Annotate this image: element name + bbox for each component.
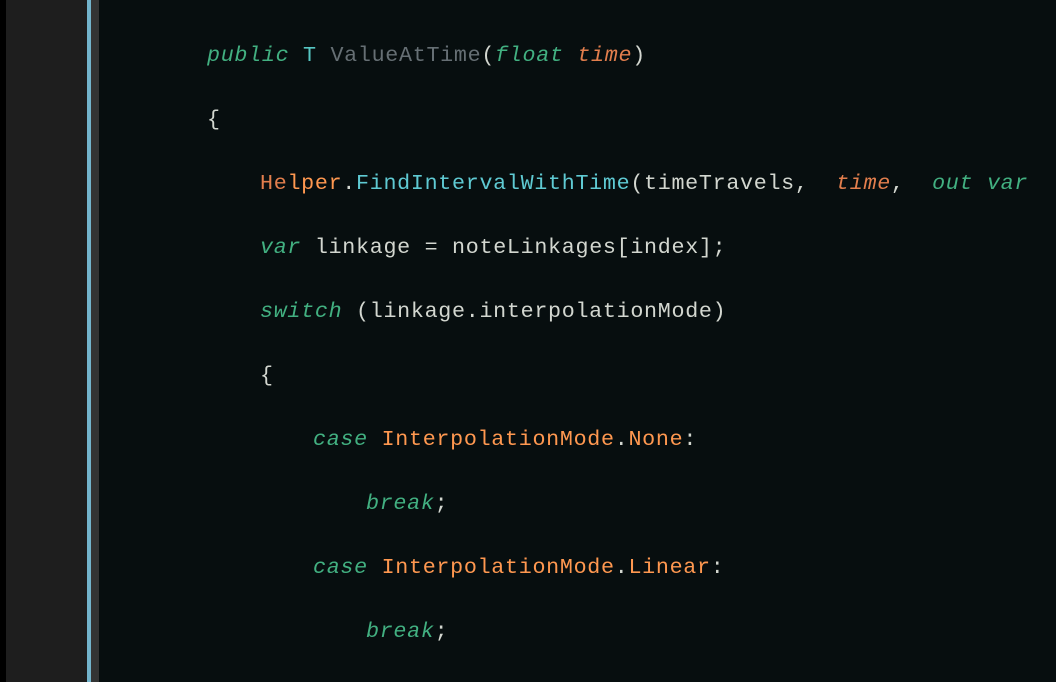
code-text[interactable]: public T ValueAtTime(float time) { Helpe… (100, 8, 1056, 682)
class-helper-b: lper (287, 171, 342, 196)
param-time: time (577, 43, 632, 68)
type-T: T (303, 43, 317, 68)
keyword-switch: switch (260, 299, 342, 324)
code-editor[interactable]: public T ValueAtTime(float time) { Helpe… (0, 0, 1056, 682)
method-name: ValueAtTime (330, 43, 481, 68)
gutter-scroll-indicator (0, 0, 6, 682)
gutter (0, 0, 91, 682)
change-marker (91, 0, 99, 682)
keyword-public: public (207, 43, 289, 68)
code-area[interactable]: public T ValueAtTime(float time) { Helpe… (91, 0, 1056, 682)
keyword-float: float (495, 43, 564, 68)
class-helper-a: He (260, 171, 287, 196)
call-findintervalwithtime: FindIntervalWithTime (356, 171, 630, 196)
